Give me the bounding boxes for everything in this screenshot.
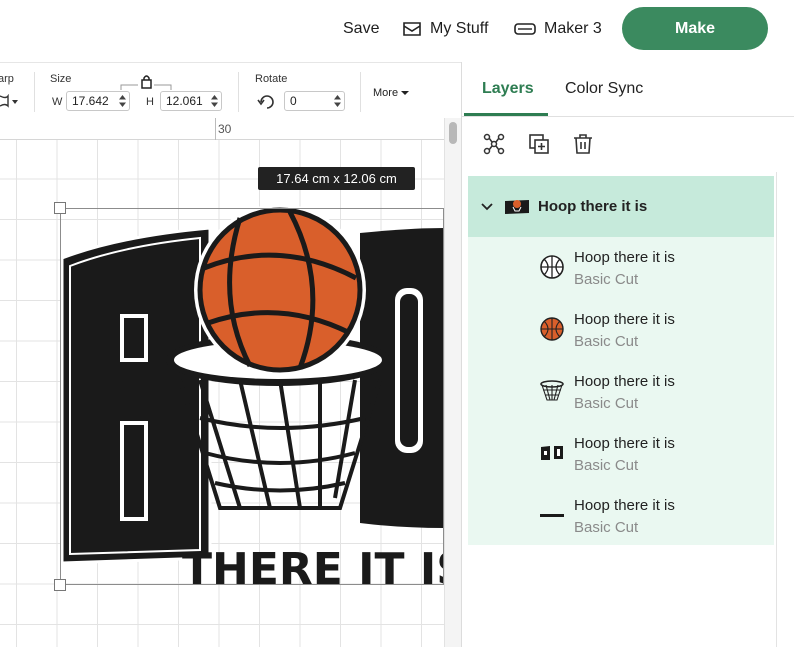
my-stuff-label: My Stuff xyxy=(430,20,489,37)
layer-name: Hoop there it is xyxy=(574,249,675,266)
edit-toolbar: arp Size W 17.642 H 12.061 Rotate 0 More xyxy=(0,62,461,118)
save-button[interactable]: Save xyxy=(343,0,379,58)
height-input[interactable]: 12.061 xyxy=(160,91,222,111)
toolbar-divider xyxy=(34,72,35,112)
machine-icon xyxy=(514,23,536,35)
layers-panel: Layers Color Sync Hoop there it is Hoop … xyxy=(461,62,794,647)
rotate-label: Rotate xyxy=(255,73,288,85)
tab-color-sync[interactable]: Color Sync xyxy=(565,80,643,98)
layer-type: Basic Cut xyxy=(574,395,639,412)
dimension-text: 17.64 cm x 12.06 cm xyxy=(276,171,397,186)
selection-box[interactable] xyxy=(60,208,444,585)
size-label: Size xyxy=(50,73,72,85)
machine-button[interactable]: Maker 3 xyxy=(514,0,602,58)
width-input[interactable]: 17.642 xyxy=(66,91,130,111)
layer-type: Basic Cut xyxy=(574,271,639,288)
basketball-color-icon xyxy=(538,315,566,343)
basketball-outline-icon xyxy=(538,253,566,281)
width-label: W xyxy=(52,96,63,108)
trash-icon[interactable] xyxy=(571,132,595,156)
tab-layers[interactable]: Layers xyxy=(482,80,534,98)
rotate-stepper-icon[interactable] xyxy=(332,94,343,108)
group-thumbnail-icon xyxy=(505,199,529,214)
duplicate-icon[interactable] xyxy=(527,132,551,156)
rotate-icon[interactable] xyxy=(257,92,277,112)
layer-type: Basic Cut xyxy=(574,519,639,536)
group-title: Hoop there it is xyxy=(538,198,648,215)
save-label: Save xyxy=(343,20,380,37)
height-label: H xyxy=(146,96,154,108)
width-value: 17.642 xyxy=(72,94,109,108)
more-button[interactable]: More xyxy=(373,87,410,99)
dimension-tooltip: 17.64 cm x 12.06 cm xyxy=(258,167,415,190)
make-button[interactable]: Make xyxy=(622,7,768,50)
resize-handle-bottom-left[interactable] xyxy=(54,579,66,591)
chevron-down-icon[interactable] xyxy=(480,202,494,212)
resize-handle-top-left[interactable] xyxy=(54,202,66,214)
layer-type: Basic Cut xyxy=(574,457,639,474)
inbox-icon xyxy=(403,22,421,36)
top-bar: Save My Stuff Maker 3 Make xyxy=(0,0,794,62)
my-stuff-button[interactable]: My Stuff xyxy=(402,0,488,58)
layer-name: Hoop there it is xyxy=(574,373,675,390)
machine-label: Maker 3 xyxy=(544,20,602,37)
warp-icon[interactable] xyxy=(0,94,20,108)
letters-icon xyxy=(538,439,566,467)
layer-name: Hoop there it is xyxy=(574,497,675,514)
panel-scrollbar[interactable] xyxy=(776,172,794,647)
width-stepper-icon[interactable] xyxy=(117,94,128,108)
layer-item[interactable]: Hoop there it is Basic Cut xyxy=(468,237,774,299)
lock-bracket xyxy=(120,84,172,90)
layer-item[interactable]: Hoop there it is Basic Cut xyxy=(468,423,774,485)
layer-name: Hoop there it is xyxy=(574,311,675,328)
layer-item[interactable]: Hoop there it is Basic Cut xyxy=(468,299,774,361)
ruler-label: 30 xyxy=(218,122,232,136)
scrollbar-thumb[interactable] xyxy=(449,122,457,144)
layer-group-row[interactable]: Hoop there it is xyxy=(468,176,774,237)
layer-list: Hoop there it is Basic Cut Hoop there it… xyxy=(468,237,774,545)
make-label: Make xyxy=(674,19,716,37)
layer-item[interactable]: Hoop there it is Basic Cut xyxy=(468,485,774,547)
more-label: More xyxy=(373,87,399,99)
layer-name: Hoop there it is xyxy=(574,435,675,452)
rotate-input[interactable]: 0 xyxy=(284,91,345,111)
layer-item[interactable]: Hoop there it is Basic Cut xyxy=(468,361,774,423)
height-stepper-icon[interactable] xyxy=(209,94,220,108)
layer-type: Basic Cut xyxy=(574,333,639,350)
group-icon[interactable] xyxy=(482,132,506,156)
chevron-down-icon xyxy=(401,91,410,95)
height-value: 12.061 xyxy=(166,94,203,108)
horizontal-ruler: 30 xyxy=(0,118,444,140)
warp-label: arp xyxy=(0,73,14,85)
rotate-value: 0 xyxy=(290,94,297,108)
toolbar-divider xyxy=(360,72,361,112)
canvas-vertical-scrollbar[interactable] xyxy=(444,118,461,647)
small-text-icon xyxy=(538,501,566,529)
hoop-net-icon xyxy=(538,377,566,405)
toolbar-divider xyxy=(238,72,239,112)
panel-divider xyxy=(462,116,794,117)
ruler-tick xyxy=(215,118,216,140)
